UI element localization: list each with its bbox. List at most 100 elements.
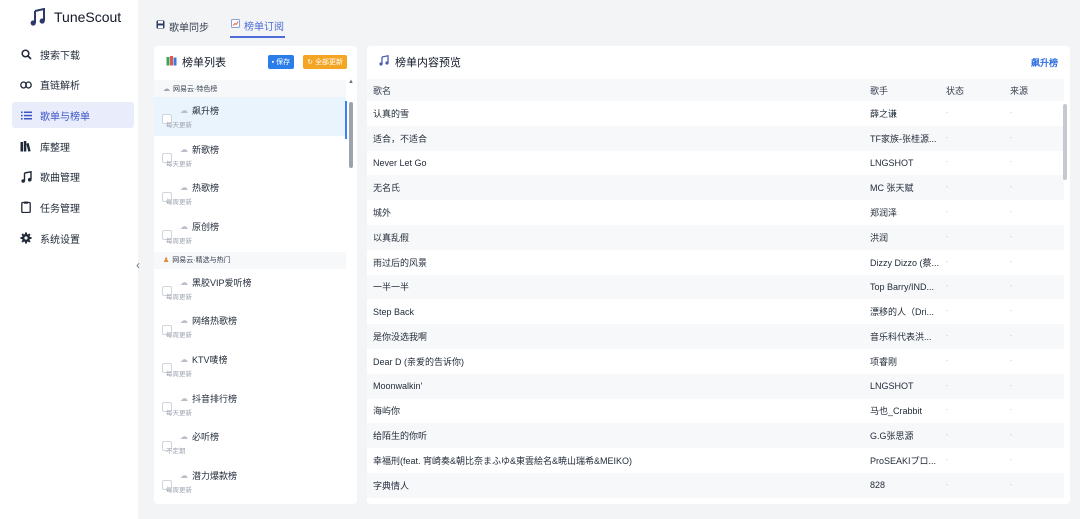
sidebar-item-2[interactable]: 歌单与榜单 <box>12 102 134 129</box>
table-row[interactable]: 一半一半 Top Barry/IND... - - <box>367 274 1064 300</box>
scrollbar-thumb[interactable] <box>349 102 353 168</box>
table-row[interactable]: 雨过后的风景 Dizzy Dizzo (蔡... - - <box>367 250 1064 275</box>
table-row[interactable]: 以真乱假 洪润 - - <box>367 224 1064 250</box>
col-header-status[interactable]: 状态 <box>940 79 1004 101</box>
song-source: - <box>1004 472 1064 498</box>
table-row[interactable]: 城外 郑润泽 - - <box>367 200 1064 225</box>
sidebar-item-0[interactable]: 搜索下载 <box>12 41 134 67</box>
cloud-icon: ☁ <box>180 393 188 403</box>
chart-list-item[interactable]: ☁ 黑胶VIP爱听榜 每周更新 <box>154 269 346 308</box>
song-source: - <box>1010 357 1013 365</box>
chart-list-item[interactable]: ☁ 抖音排行榜 每天更新 <box>154 385 346 424</box>
chart-item-text: ☁ 抖音排行榜 每天更新 <box>166 392 237 417</box>
chart-item-name: 必听榜 <box>192 432 220 443</box>
table-header-row: 歌名 歌手 状态 来源 <box>367 79 1064 101</box>
table-row[interactable]: Dear D (亲爱的告诉你) 项睿刚 - - <box>367 349 1064 374</box>
song-status: - <box>940 125 1004 151</box>
clipboard-icon <box>20 201 32 214</box>
chart-list-item[interactable]: ☁ 飙升榜 每天更新 <box>154 97 346 136</box>
song-artist: MC 张天赋 <box>864 175 940 201</box>
table-row[interactable]: 认真的雪 薛之谦 - - <box>367 101 1064 126</box>
top-tabs: 歌单同步 榜单订阅 <box>155 14 285 38</box>
song-status: - <box>946 407 949 415</box>
tab-chart-subscribe[interactable]: 榜单订阅 <box>230 14 285 38</box>
library-icon <box>20 140 32 152</box>
song-title: Moonwalkin' <box>367 373 864 399</box>
cloud-icon: ☁ <box>180 144 188 154</box>
song-artist: 郑润泽 <box>870 208 898 219</box>
song-artist: LNGSHOT <box>864 373 940 399</box>
song-artist: 828 <box>864 472 940 498</box>
sidebar-item-3[interactable]: 库整理 <box>12 133 134 159</box>
table-row[interactable]: 字典情人 828- - <box>367 472 1064 498</box>
song-artist: 音乐科代表洪... <box>864 324 940 349</box>
table-row[interactable]: Step Back 漂移的人（Dri... - - <box>367 299 1064 324</box>
chart-list-item[interactable]: ☁ 新歌榜 每天更新 <box>154 136 346 175</box>
col-header-source[interactable]: 来源 <box>1004 79 1064 101</box>
chart-list-item[interactable]: ☁ 原创榜 每周更新 <box>154 213 346 252</box>
col-header-song[interactable]: 歌名 <box>367 79 864 101</box>
chart-list-item[interactable]: ☁ KTV唛榜 每周更新 <box>154 346 346 385</box>
song-status: - <box>946 457 949 465</box>
chart-item-name-row: ☁ 新歌榜 <box>180 143 219 156</box>
chart-item-name-row: ☁ 必听榜 <box>180 430 219 443</box>
song-title: Never Let Go <box>373 157 427 168</box>
song-artist: 洪润 <box>864 224 940 250</box>
song-title: 是你没选我啊 <box>367 324 864 349</box>
table-row[interactable]: 给陌生的你听 G.G张思源 - - <box>367 423 1064 449</box>
table-row[interactable]: Never Let Go LNGSHOT - - <box>367 151 1064 176</box>
chart-item-name: 网络热歌榜 <box>192 316 238 327</box>
chart-group-label: 网易云·特色榜 <box>173 85 218 93</box>
chart-preview-panel: 榜单内容预览 飙升榜 歌名 歌手 状态 来源 认真的雪 薛之谦 - - 适合，不适合 TF… <box>367 46 1070 504</box>
song-artist: G.G张思源 <box>864 423 940 449</box>
chart-list-item[interactable]: ☁ 潜力爆款榜 每周更新 <box>154 462 346 501</box>
chart-preview-header: 榜单内容预览 飙升榜 <box>367 46 1070 78</box>
chart-list-item[interactable]: ☁ 必听榜 不定期 <box>154 424 346 463</box>
table-row[interactable]: 是你没选我啊 音乐科代表洪... - - <box>367 324 1064 349</box>
sidebar-item-1[interactable]: 直链解析 <box>12 72 134 98</box>
sidebar-item-label: 系统设置 <box>40 234 80 246</box>
table-row[interactable]: 无名氏 MC 张天赋 - - <box>367 175 1064 201</box>
sidebar-item-5[interactable]: 任务管理 <box>12 194 134 220</box>
table-row[interactable]: Moonwalkin' LNGSHOT - - <box>367 373 1064 399</box>
chart-list-panel: 榜单列表 ▪ 保存 ↻ 全部更新 ☁ 网易云·特色榜 ☁ 飙升榜 每天更新 ☁ 新歌榜 每天更新 ☁… <box>154 46 357 504</box>
music-logo-icon <box>30 8 46 26</box>
song-source: - <box>1004 423 1064 449</box>
chart-item-name: 新歌榜 <box>192 144 220 155</box>
song-source: - <box>1004 274 1064 300</box>
song-status: - <box>940 274 1004 300</box>
table-row[interactable]: 适合，不适合 TF家族-张桂源... - - <box>367 125 1064 151</box>
song-artist: Dizzy Dizzo (蔡... <box>870 257 940 268</box>
song-status: - <box>946 109 949 117</box>
chart-list-item[interactable]: ☁ 热歌榜 每周更新 <box>154 174 346 213</box>
table-row[interactable]: 幸福刑(feat. 宵崎奏&朝比奈まふゆ&東雲絵名&暁山瑞希&MEIKO) Pro… <box>367 448 1064 473</box>
song-status: - <box>940 373 1004 399</box>
col-header-artist[interactable]: 歌手 <box>864 79 940 101</box>
song-source: - <box>1010 209 1013 217</box>
sidebar-item-6[interactable]: 系统设置 <box>12 225 134 251</box>
table-scrollbar-thumb[interactable] <box>1063 104 1067 180</box>
tab-label: 榜单订阅 <box>244 21 284 33</box>
save-button[interactable]: ▪ 保存 <box>267 55 295 69</box>
song-artist: Top Barry/IND... <box>864 274 940 300</box>
song-source: - <box>1004 324 1064 349</box>
song-status: - <box>940 175 1004 201</box>
table-row[interactable]: 海屿你 马也_Crabbit - - <box>367 399 1064 424</box>
chart-list-scrollbar[interactable]: ▲ <box>347 78 355 504</box>
song-artist: LNGSHOT <box>870 157 914 168</box>
song-source: - <box>1004 175 1064 201</box>
collapse-sidebar-chevron-left-icon[interactable]: ‹ <box>132 256 144 274</box>
gear-icon <box>20 232 32 244</box>
cloud-icon: ☁ <box>180 316 188 326</box>
chart-item-name-row: ☁ 网络热歌榜 <box>180 314 237 327</box>
chart-item-text: ☁ 热歌榜 每周更新 <box>166 181 219 206</box>
song-status: - <box>940 472 1004 498</box>
tab-playlist-sync[interactable]: 歌单同步 <box>155 14 210 38</box>
chart-list-item[interactable]: ☁ 网络热歌榜 每周更新 <box>154 307 346 346</box>
chart-group-header: ♟ 网易云·精选与热门 <box>154 251 346 269</box>
chart-item-frequency: 每周更新 <box>166 293 192 301</box>
selected-chart-name: 飙升榜 <box>1030 57 1058 68</box>
scroll-up-icon[interactable]: ▲ <box>347 78 355 86</box>
sidebar-item-4[interactable]: 歌曲管理 <box>12 164 134 190</box>
update-all-button[interactable]: ↻ 全部更新 <box>303 55 347 69</box>
